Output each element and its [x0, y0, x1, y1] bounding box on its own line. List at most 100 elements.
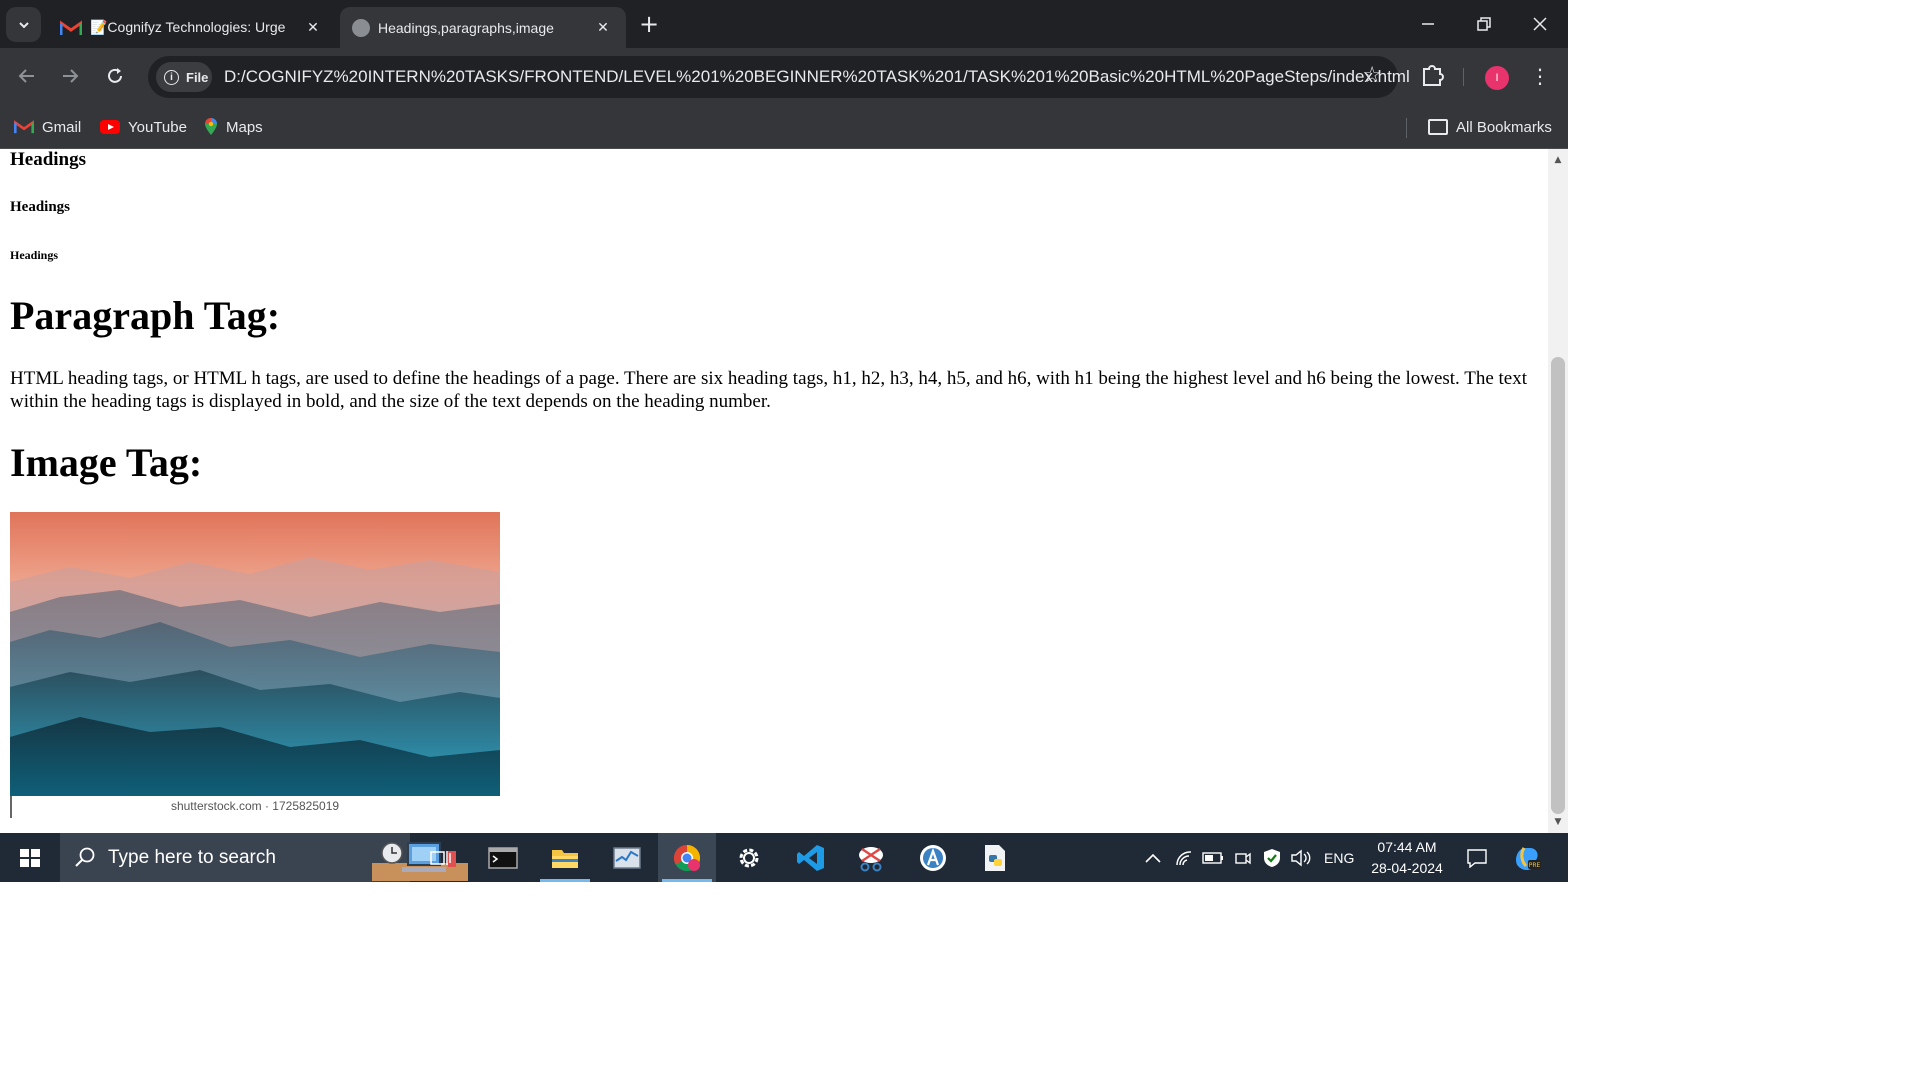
- all-bookmarks-button[interactable]: All Bookmarks: [1428, 113, 1552, 141]
- security-status[interactable]: [1262, 833, 1282, 882]
- web-page: Headings Headings Headings Paragraph Tag…: [0, 149, 1548, 833]
- site-chip-label: File: [186, 69, 209, 85]
- battery-icon: [1202, 851, 1223, 864]
- browser-toolbar: i File D:/COGNIFYZ%20INTERN%20TASKS/FRON…: [0, 48, 1568, 106]
- windows-logo-icon: [20, 849, 40, 867]
- system-clock[interactable]: 07:44 AM 28-04-2024: [1360, 837, 1454, 879]
- wifi-status[interactable]: [1174, 833, 1194, 882]
- tab-title: Headings,paragraphs,image: [378, 19, 554, 36]
- close-icon: [1533, 17, 1547, 31]
- clock-time: 07:44 AM: [1377, 839, 1437, 855]
- minimize-button[interactable]: [1400, 0, 1456, 48]
- chevron-up-icon: [1145, 853, 1161, 863]
- window-close-button[interactable]: [1512, 0, 1568, 48]
- taskbar-task-manager[interactable]: [598, 833, 656, 882]
- bookmarks-divider: [1406, 118, 1407, 138]
- address-bar[interactable]: i File D:/COGNIFYZ%20INTERN%20TASKS/FRON…: [148, 56, 1410, 98]
- show-hidden-icons-button[interactable]: [1144, 833, 1162, 882]
- taskbar-chrome[interactable]: [658, 833, 716, 882]
- tab-strip: 📝Cognifyz Technologies: Urge ✕ Headings,…: [0, 0, 1568, 48]
- taskbar-python[interactable]: [966, 833, 1024, 882]
- task-view-button[interactable]: [412, 833, 470, 882]
- image-tag-heading: Image Tag:: [10, 440, 203, 485]
- all-bookmarks-label: All Bookmarks: [1456, 118, 1552, 136]
- taskbar-snipping-tool[interactable]: [842, 833, 900, 882]
- reload-icon: [108, 68, 122, 83]
- scroll-down-icon[interactable]: ▼: [1548, 813, 1568, 831]
- taskbar-file-explorer[interactable]: [536, 833, 594, 882]
- bookmark-maps[interactable]: Maps: [204, 113, 263, 141]
- shield-icon: [1264, 848, 1280, 867]
- scroll-up-icon[interactable]: ▲: [1548, 151, 1568, 169]
- volume-control[interactable]: [1290, 833, 1312, 882]
- taskbar-android-studio[interactable]: [904, 833, 962, 882]
- android-studio-icon: [920, 844, 946, 871]
- url-text[interactable]: D:/COGNIFYZ%20INTERN%20TASKS/FRONTEND/LE…: [224, 56, 1410, 98]
- tab-headings[interactable]: Headings,paragraphs,image ✕: [340, 7, 626, 48]
- profile-avatar[interactable]: I: [1485, 66, 1509, 90]
- taskbar-terminal[interactable]: [474, 833, 532, 882]
- reload-button[interactable]: [98, 59, 132, 93]
- close-icon[interactable]: ✕: [302, 17, 324, 39]
- taskbar-search-box[interactable]: Type here to search: [60, 833, 468, 882]
- wifi-icon: [1176, 850, 1192, 865]
- windows-taskbar: Type here to search ENG 07:44 AM 28-04-2…: [0, 833, 1568, 882]
- restore-button[interactable]: [1456, 0, 1512, 48]
- bookmark-label: YouTube: [128, 118, 187, 136]
- globe-icon: [352, 18, 370, 37]
- image-watermark-caption: shutterstock.com · 1725825019: [170, 799, 340, 813]
- paragraph-tag-heading: Paragraph Tag:: [10, 293, 281, 338]
- maps-icon: [205, 118, 217, 135]
- heading-h4: Headings: [10, 149, 87, 170]
- python-file-icon: [985, 844, 1005, 871]
- terminal-icon: [488, 846, 518, 869]
- task-view-icon: [430, 850, 451, 865]
- task-manager-icon: [613, 846, 641, 869]
- mountain-image: [10, 512, 500, 796]
- copilot-button[interactable]: PRE: [1512, 833, 1542, 882]
- vscode-icon: [797, 844, 824, 871]
- input-language[interactable]: ENG: [1324, 833, 1354, 882]
- site-info-chip[interactable]: i File: [156, 62, 212, 92]
- paragraph-text: HTML heading tags, or HTML h tags, are u…: [10, 368, 1527, 412]
- chevron-down-icon: [18, 21, 29, 28]
- tab-title: 📝Cognifyz Technologies: Urge: [90, 19, 286, 35]
- svg-text:PRE: PRE: [1529, 862, 1541, 869]
- bookmark-youtube[interactable]: YouTube: [100, 113, 187, 141]
- mountain-landscape-image: shutterstock.com · 1725825019: [10, 512, 500, 818]
- forward-button[interactable]: [53, 59, 87, 93]
- heading-h5: Headings: [10, 199, 71, 215]
- gear-icon: [739, 848, 759, 867]
- start-button[interactable]: [10, 841, 50, 875]
- bookmark-gmail[interactable]: Gmail: [14, 113, 81, 141]
- bookmarks-bar: Gmail YouTube Maps All Bookmarks: [0, 106, 1568, 149]
- back-button[interactable]: [10, 59, 44, 93]
- clock-date: 28-04-2024: [1371, 860, 1443, 876]
- minimize-icon: [1422, 23, 1434, 25]
- tab-cognifyz[interactable]: 📝Cognifyz Technologies: Urge ✕: [48, 7, 336, 48]
- battery-status[interactable]: [1202, 833, 1224, 882]
- taskbar-settings[interactable]: [720, 833, 778, 882]
- arrow-right-icon: [63, 69, 79, 83]
- more-menu-icon[interactable]: ⋮: [1528, 62, 1552, 92]
- extensions-icon[interactable]: [1418, 61, 1448, 91]
- taskbar-vscode[interactable]: [782, 833, 840, 882]
- info-icon: i: [164, 69, 179, 85]
- close-icon[interactable]: ✕: [592, 17, 614, 39]
- scrollbar-thumb[interactable]: [1551, 357, 1565, 814]
- page-scrollbar[interactable]: ▲ ▼: [1548, 149, 1568, 833]
- bookmark-star-icon[interactable]: ☆: [1362, 65, 1382, 87]
- new-tab-button[interactable]: +: [636, 12, 662, 38]
- gmail-icon: [60, 19, 82, 35]
- folder-icon: [1428, 119, 1448, 135]
- snipping-tool-icon: [859, 846, 883, 871]
- speaker-icon: [1291, 849, 1311, 866]
- toolbar-divider: [1463, 68, 1464, 86]
- bookmark-label: Maps: [226, 118, 263, 136]
- meet-now-button[interactable]: [1234, 833, 1252, 882]
- arrow-left-icon: [18, 69, 34, 83]
- notification-center-button[interactable]: [1466, 833, 1488, 882]
- tab-search-button[interactable]: [6, 7, 41, 42]
- gmail-icon: [14, 120, 34, 134]
- copilot-icon: PRE: [1516, 846, 1541, 870]
